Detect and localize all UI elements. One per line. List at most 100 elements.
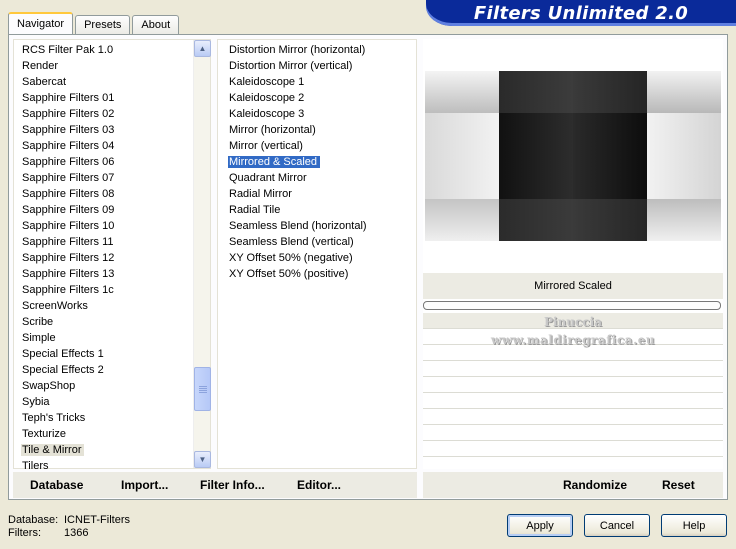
category-item[interactable]: Sapphire Filters 04	[14, 138, 210, 154]
category-item[interactable]: SwapShop	[14, 378, 210, 394]
category-item[interactable]: Sapphire Filters 08	[14, 186, 210, 202]
category-item[interactable]: Sapphire Filters 01	[14, 90, 210, 106]
help-button[interactable]: Help	[661, 514, 727, 537]
scroll-thumb[interactable]	[194, 367, 211, 411]
status-area: Database: ICNET-Filters Filters: 1366	[8, 514, 130, 540]
tab-navigator[interactable]: Navigator	[8, 12, 74, 34]
chevron-up-icon[interactable]: ▲	[194, 40, 211, 57]
category-item[interactable]: Sapphire Filters 06	[14, 154, 210, 170]
param-row	[423, 361, 723, 377]
category-item-label: Tile & Mirror	[21, 444, 85, 456]
import-button[interactable]: Import...	[121, 478, 168, 492]
category-list[interactable]: RCS Filter Pak 1.0 Render Sabercat Sapphire…	[13, 39, 211, 472]
category-scrollbar[interactable]: ▲ ▼	[193, 40, 211, 468]
category-item[interactable]: Sabercat	[14, 74, 210, 90]
apply-button[interactable]: Apply	[507, 514, 573, 537]
filter-item[interactable]: Quadrant Mirror	[218, 170, 416, 186]
filter-item-label: Quadrant Mirror	[229, 172, 307, 184]
category-item[interactable]: Sybia	[14, 394, 210, 410]
filter-item-label: XY Offset 50% (negative)	[229, 252, 353, 264]
filter-item[interactable]: Distortion Mirror (vertical)	[218, 58, 416, 74]
category-item[interactable]: Sapphire Filters 13	[14, 266, 210, 282]
database-button[interactable]: Database	[30, 478, 83, 492]
filter-item-label: Kaleidoscope 2	[229, 92, 305, 104]
category-item[interactable]: Tile & Mirror	[14, 442, 210, 458]
preview-toolbar: Randomize Reset	[423, 472, 723, 498]
filter-item[interactable]: Seamless Blend (vertical)	[218, 234, 416, 250]
editor-button[interactable]: Editor...	[297, 478, 341, 492]
category-item-label: Sapphire Filters 09	[22, 204, 115, 216]
cancel-button[interactable]: Cancel	[584, 514, 650, 537]
filter-item-label: Kaleidoscope 3	[229, 108, 305, 120]
category-item-label: Sapphire Filters 06	[22, 156, 115, 168]
filter-item[interactable]: XY Offset 50% (negative)	[218, 250, 416, 266]
filter-item-label: Mirror (vertical)	[229, 140, 303, 152]
filters-count: 1366	[64, 527, 89, 539]
preview-image	[425, 71, 721, 241]
filter-item[interactable]: Seamless Blend (horizontal)	[218, 218, 416, 234]
filter-item[interactable]: Kaleidoscope 1	[218, 74, 416, 90]
filter-items: Distortion Mirror (horizontal) Distortion…	[218, 40, 416, 282]
database-value: ICNET-Filters	[64, 514, 130, 526]
filter-item-label: Radial Tile	[229, 204, 281, 216]
category-item[interactable]: Sapphire Filters 07	[14, 170, 210, 186]
filter-item[interactable]: Mirror (vertical)	[218, 138, 416, 154]
category-item[interactable]: Sapphire Filters 1c	[14, 282, 210, 298]
param-row	[423, 409, 723, 425]
category-item-label: Render	[22, 60, 59, 72]
param-row	[423, 345, 723, 361]
filter-info-button[interactable]: Filter Info...	[200, 478, 265, 492]
filter-item[interactable]: Radial Tile	[218, 202, 416, 218]
category-item-label: Sapphire Filters 04	[22, 140, 115, 152]
navigator-panel: RCS Filter Pak 1.0 Render Sabercat Sapphire…	[8, 34, 728, 500]
category-item[interactable]: Sapphire Filters 12	[14, 250, 210, 266]
param-row	[423, 377, 723, 393]
filter-list[interactable]: Distortion Mirror (horizontal) Distortion…	[217, 39, 417, 469]
current-filter-name: Mirrored Scaled	[423, 273, 723, 299]
reset-button[interactable]: Reset	[662, 478, 695, 492]
filter-item-label: Distortion Mirror (vertical)	[229, 60, 353, 72]
category-item[interactable]: Teph's Tricks	[14, 410, 210, 426]
category-item[interactable]: Special Effects 2	[14, 362, 210, 378]
filter-item-label: Seamless Blend (horizontal)	[229, 220, 367, 232]
category-item-label: Sapphire Filters 11	[22, 236, 114, 248]
filter-item[interactable]: Distortion Mirror (horizontal)	[218, 42, 416, 58]
filter-item-label: Mirrored & Scaled	[228, 156, 321, 168]
database-label: Database:	[8, 514, 59, 526]
category-item-label: Special Effects 1	[22, 348, 104, 360]
filter-item[interactable]: XY Offset 50% (positive)	[218, 266, 416, 282]
category-item[interactable]: Render	[14, 58, 210, 74]
filter-item[interactable]: Kaleidoscope 2	[218, 90, 416, 106]
category-item[interactable]: Texturize	[14, 426, 210, 442]
category-item[interactable]: Sapphire Filters 11	[14, 234, 210, 250]
category-item[interactable]: Sapphire Filters 02	[14, 106, 210, 122]
tab-strip: Navigator Presets About	[8, 12, 181, 34]
filter-item[interactable]: Radial Mirror	[218, 186, 416, 202]
category-item-label: RCS Filter Pak 1.0	[22, 44, 114, 56]
param-row	[423, 425, 723, 441]
tab-presets[interactable]: Presets	[75, 15, 131, 34]
category-item-label: Sapphire Filters 08	[22, 188, 115, 200]
chevron-down-icon[interactable]: ▼	[194, 451, 211, 468]
filter-item[interactable]: Mirror (horizontal)	[218, 122, 416, 138]
category-item[interactable]: Sapphire Filters 10	[14, 218, 210, 234]
param-row	[423, 393, 723, 409]
category-item[interactable]: Scribe	[14, 314, 210, 330]
category-item-label: Sapphire Filters 1c	[22, 284, 114, 296]
filter-item[interactable]: Kaleidoscope 3	[218, 106, 416, 122]
category-item[interactable]: RCS Filter Pak 1.0	[14, 42, 210, 58]
category-item-label: Sapphire Filters 12	[22, 252, 115, 264]
category-item[interactable]: Sapphire Filters 03	[14, 122, 210, 138]
filter-item-label: Distortion Mirror (horizontal)	[229, 44, 366, 56]
filter-item-label: Seamless Blend (vertical)	[229, 236, 354, 248]
category-item[interactable]: Simple	[14, 330, 210, 346]
filter-item[interactable]: Mirrored & Scaled	[218, 154, 416, 170]
category-item[interactable]: ScreenWorks	[14, 298, 210, 314]
tab-about[interactable]: About	[132, 15, 180, 34]
category-item[interactable]: Sapphire Filters 09	[14, 202, 210, 218]
randomize-button[interactable]: Randomize	[563, 478, 627, 492]
category-item-label: Teph's Tricks	[22, 412, 86, 424]
category-item[interactable]: Special Effects 1	[14, 346, 210, 362]
category-item-label: SwapShop	[22, 380, 76, 392]
app-title: Filters Unlimited 2.0	[473, 2, 689, 24]
